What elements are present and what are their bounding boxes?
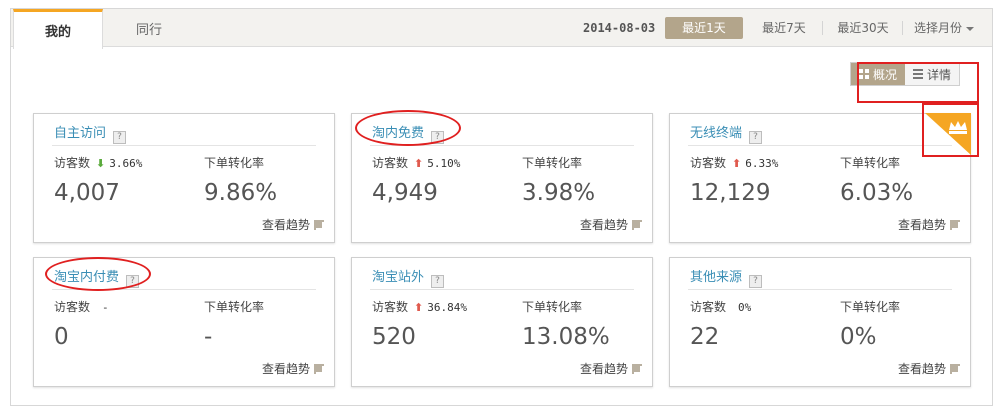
card-title-text: 无线终端 xyxy=(690,126,743,141)
divider xyxy=(52,145,316,146)
conversion-label: 下单转化率 xyxy=(522,300,583,314)
card-title[interactable]: 无线终端? xyxy=(690,122,763,144)
arrow-down-icon: ⬇ xyxy=(96,157,106,170)
visitors-label: 访客数 ⬆ 36.84% xyxy=(372,298,467,315)
conversion-value: 0% xyxy=(840,324,877,350)
visitors-change: 0% xyxy=(738,301,752,314)
visitors-label-text: 访客数 xyxy=(690,300,727,314)
card-other-sources: 其他来源? 访客数 0% 下单转化率 22 0% 查看趋势 xyxy=(669,257,971,387)
visitors-label-text: 访客数 xyxy=(372,300,409,314)
divider xyxy=(370,289,634,290)
view-trend-text: 查看趋势 xyxy=(579,362,628,376)
view-trend-text: 查看趋势 xyxy=(261,362,310,376)
visitors-value: 12,129 xyxy=(690,180,771,206)
conversion-label: 下单转化率 xyxy=(204,156,265,170)
help-icon[interactable]: ? xyxy=(431,275,445,288)
card-title-text: 其他来源 xyxy=(690,270,743,285)
range-last-30-days[interactable]: 最近30天 xyxy=(831,17,895,39)
visitors-value: 520 xyxy=(372,324,416,350)
conversion-label: 下单转化率 xyxy=(840,300,901,314)
card-title[interactable]: 其他来源? xyxy=(690,266,763,288)
trend-arrow-icon xyxy=(632,219,642,230)
card-direct-visits: 自主访问? 访客数 ⬇ 3.66% 下单转化率 4,007 9.86% 查看趋势 xyxy=(33,113,335,243)
visitors-label-text: 访客数 xyxy=(372,156,409,170)
view-trend-link[interactable]: 查看趋势 xyxy=(580,360,642,377)
visitors-label-text: 访客数 xyxy=(54,300,91,314)
card-title-text: 淘宝站外 xyxy=(372,270,425,285)
highlight-box-crown xyxy=(922,103,979,157)
card-title[interactable]: 自主访问? xyxy=(54,122,127,144)
view-trend-text: 查看趋势 xyxy=(897,362,946,376)
conversion-value: 13.08% xyxy=(522,324,610,350)
visitors-label-text: 访客数 xyxy=(54,156,91,170)
view-trend-link[interactable]: 查看趋势 xyxy=(898,216,960,233)
visitors-label: 访客数 ⬇ 3.66% xyxy=(54,154,142,171)
view-trend-link[interactable]: 查看趋势 xyxy=(262,360,324,377)
month-select-label: 选择月份 xyxy=(913,21,962,35)
highlight-box-view-toggle xyxy=(857,62,979,103)
view-trend-text: 查看趋势 xyxy=(897,218,946,232)
conversion-value: 6.03% xyxy=(840,180,914,206)
card-title-text: 自主访问 xyxy=(54,126,107,141)
view-trend-link[interactable]: 查看趋势 xyxy=(898,360,960,377)
help-icon[interactable]: ? xyxy=(749,275,763,288)
view-trend-text: 查看趋势 xyxy=(579,218,628,232)
range-last-1-day[interactable]: 最近1天 xyxy=(665,17,743,39)
arrow-up-icon: ⬆ xyxy=(414,157,424,170)
trend-arrow-icon xyxy=(950,219,960,230)
visitors-change: - xyxy=(102,301,109,314)
conversion-value: 3.98% xyxy=(522,180,596,206)
divider xyxy=(688,145,952,146)
visitors-value: 0 xyxy=(54,324,69,350)
card-title[interactable]: 淘宝站外? xyxy=(372,266,445,288)
conversion-label: 下单转化率 xyxy=(840,156,901,170)
visitors-label: 访客数 ⬆ 5.10% xyxy=(372,154,460,171)
tab-peers[interactable]: 同行 xyxy=(111,9,187,48)
visitors-label: 访客数 ⬆ 6.33% xyxy=(690,154,778,171)
conversion-label: 下单转化率 xyxy=(522,156,583,170)
trend-arrow-icon xyxy=(950,363,960,374)
view-trend-link[interactable]: 查看趋势 xyxy=(262,216,324,233)
divider xyxy=(822,21,823,35)
range-last-7-days[interactable]: 最近7天 xyxy=(755,17,813,39)
highlight-ellipse-taobao-free xyxy=(355,110,461,146)
visitors-label: 访客数 0% xyxy=(690,298,751,315)
caret-down-icon xyxy=(966,26,974,31)
help-icon[interactable]: ? xyxy=(113,131,127,144)
visitors-value: 4,949 xyxy=(372,180,438,206)
arrow-up-icon: ⬆ xyxy=(414,301,424,314)
visitors-label-text: 访客数 xyxy=(690,156,727,170)
visitors-value: 22 xyxy=(690,324,720,350)
visitors-change: 6.33% xyxy=(745,157,779,170)
highlight-ellipse-taobao-paid xyxy=(45,257,151,291)
trend-arrow-icon xyxy=(632,363,642,374)
card-offsite: 淘宝站外? 访客数 ⬆ 36.84% 下单转化率 520 13.08% 查看趋势 xyxy=(351,257,653,387)
conversion-value: 9.86% xyxy=(204,180,278,206)
visitors-label: 访客数 - xyxy=(54,298,109,315)
trend-arrow-icon xyxy=(314,219,324,230)
conversion-label: 下单转化率 xyxy=(204,300,265,314)
divider xyxy=(688,289,952,290)
trend-arrow-icon xyxy=(314,363,324,374)
view-trend-link[interactable]: 查看趋势 xyxy=(580,216,642,233)
visitors-change: 36.84% xyxy=(427,301,467,314)
visitors-value: 4,007 xyxy=(54,180,120,206)
arrow-up-icon: ⬆ xyxy=(732,157,742,170)
visitors-change: 5.10% xyxy=(427,157,461,170)
help-icon[interactable]: ? xyxy=(749,131,763,144)
current-date: 2014-08-03 xyxy=(583,21,656,35)
view-trend-text: 查看趋势 xyxy=(261,218,310,232)
divider xyxy=(902,21,903,35)
tab-mine[interactable]: 我的 xyxy=(13,9,103,49)
month-select[interactable]: 选择月份 xyxy=(909,17,979,39)
visitors-change: 3.66% xyxy=(109,157,143,170)
header-bar: 我的 同行 2014-08-03 最近1天 最近7天 最近30天 选择月份 xyxy=(11,9,992,49)
conversion-value: - xyxy=(204,324,213,350)
